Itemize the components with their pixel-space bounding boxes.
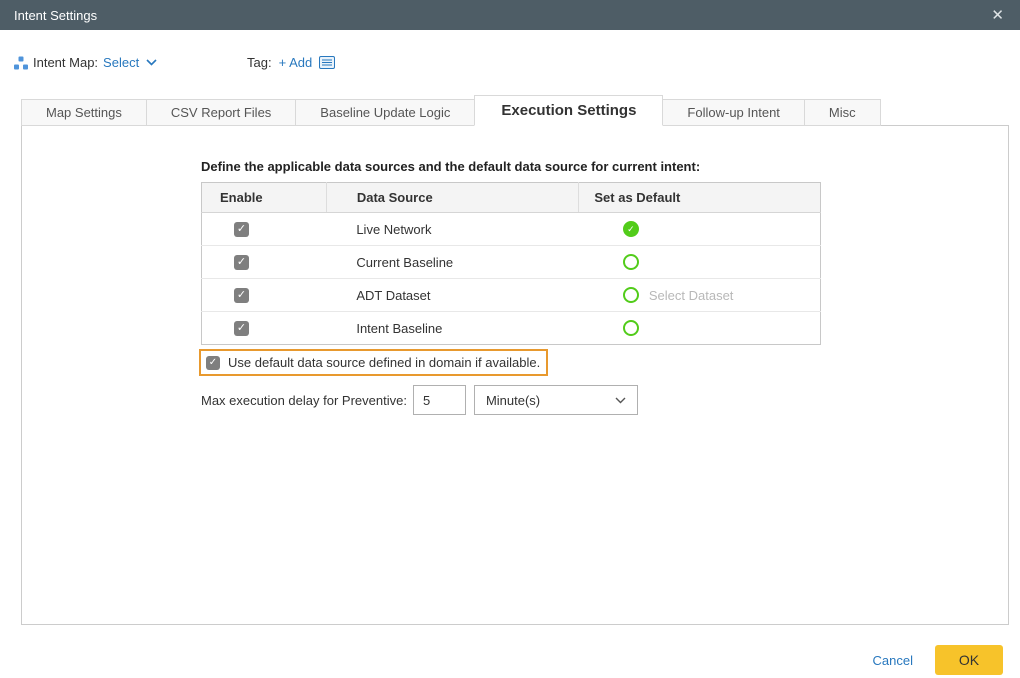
- default-radio[interactable]: [623, 287, 639, 303]
- sitemap-icon: [14, 56, 28, 70]
- use-default-checkbox[interactable]: ✓: [206, 356, 220, 370]
- column-header-default: Set as Default: [579, 183, 821, 213]
- tab-map-settings[interactable]: Map Settings: [21, 99, 147, 126]
- tab-misc[interactable]: Misc: [804, 99, 881, 126]
- tag-label: Tag:: [247, 55, 272, 70]
- toolbar: Intent Map: Select Tag: + Add: [14, 55, 1006, 79]
- table-row: ✓ Live Network ✓: [202, 213, 821, 246]
- data-source-label: Intent Baseline: [326, 312, 579, 345]
- default-radio[interactable]: [623, 254, 639, 270]
- use-default-label: Use default data source defined in domai…: [228, 355, 540, 370]
- enable-checkbox[interactable]: ✓: [234, 288, 249, 303]
- max-delay-label: Max execution delay for Preventive:: [201, 393, 407, 408]
- intent-map-group: Intent Map: Select: [14, 55, 157, 70]
- data-source-table-body: ✓ Live Network ✓ ✓ Current Baseline ✓ ADT Data…: [202, 213, 821, 345]
- use-default-highlight-box: ✓ Use default data source defined in dom…: [199, 349, 548, 376]
- table-row: ✓ Intent Baseline: [202, 312, 821, 345]
- dialog-title: Intent Settings: [14, 8, 97, 23]
- default-radio[interactable]: ✓: [623, 221, 639, 237]
- table-row: ✓ ADT Dataset Select Dataset: [202, 279, 821, 312]
- chevron-down-icon: [615, 397, 626, 404]
- intent-map-select[interactable]: Select: [103, 55, 139, 70]
- chevron-down-icon[interactable]: [146, 59, 157, 66]
- execution-settings-panel: Define the applicable data sources and t…: [21, 125, 1009, 625]
- enable-checkbox[interactable]: ✓: [234, 321, 249, 336]
- ok-button[interactable]: OK: [935, 645, 1003, 675]
- max-delay-row: Max execution delay for Preventive: Minu…: [201, 385, 638, 415]
- table-header-row: Enable Data Source Set as Default: [202, 183, 821, 213]
- data-source-label: Current Baseline: [326, 246, 579, 279]
- tab-baseline-update-logic[interactable]: Baseline Update Logic: [295, 99, 475, 126]
- data-source-table: Enable Data Source Set as Default ✓ Live …: [201, 182, 821, 345]
- max-delay-input[interactable]: [413, 385, 466, 415]
- column-header-source: Data Source: [326, 183, 579, 213]
- column-header-enable: Enable: [202, 183, 327, 213]
- dataset-hint[interactable]: Select Dataset: [649, 288, 734, 303]
- tag-add-button[interactable]: + Add: [279, 55, 313, 70]
- data-source-label: ADT Dataset: [326, 279, 579, 312]
- data-source-label: Live Network: [326, 213, 579, 246]
- close-icon[interactable]: ✕: [987, 0, 1008, 30]
- dialog-titlebar: Intent Settings ✕: [0, 0, 1020, 30]
- max-delay-unit-select[interactable]: Minute(s): [474, 385, 638, 415]
- cancel-button[interactable]: Cancel: [873, 653, 913, 668]
- enable-checkbox[interactable]: ✓: [234, 222, 249, 237]
- instruction-text: Define the applicable data sources and t…: [201, 159, 700, 174]
- tab-csv-report-files[interactable]: CSV Report Files: [146, 99, 296, 126]
- max-delay-unit-value: Minute(s): [486, 393, 540, 408]
- tab-execution-settings[interactable]: Execution Settings: [474, 95, 663, 126]
- table-row: ✓ Current Baseline: [202, 246, 821, 279]
- tab-bar: Map SettingsCSV Report FilesBaseline Upd…: [21, 95, 880, 126]
- intent-map-label: Intent Map:: [33, 55, 98, 70]
- dialog-footer: Cancel OK: [0, 645, 1003, 675]
- tag-group: Tag: + Add: [247, 55, 335, 70]
- tag-list-icon[interactable]: [319, 56, 335, 69]
- default-radio[interactable]: [623, 320, 639, 336]
- enable-checkbox[interactable]: ✓: [234, 255, 249, 270]
- tab-follow-up-intent[interactable]: Follow-up Intent: [662, 99, 805, 126]
